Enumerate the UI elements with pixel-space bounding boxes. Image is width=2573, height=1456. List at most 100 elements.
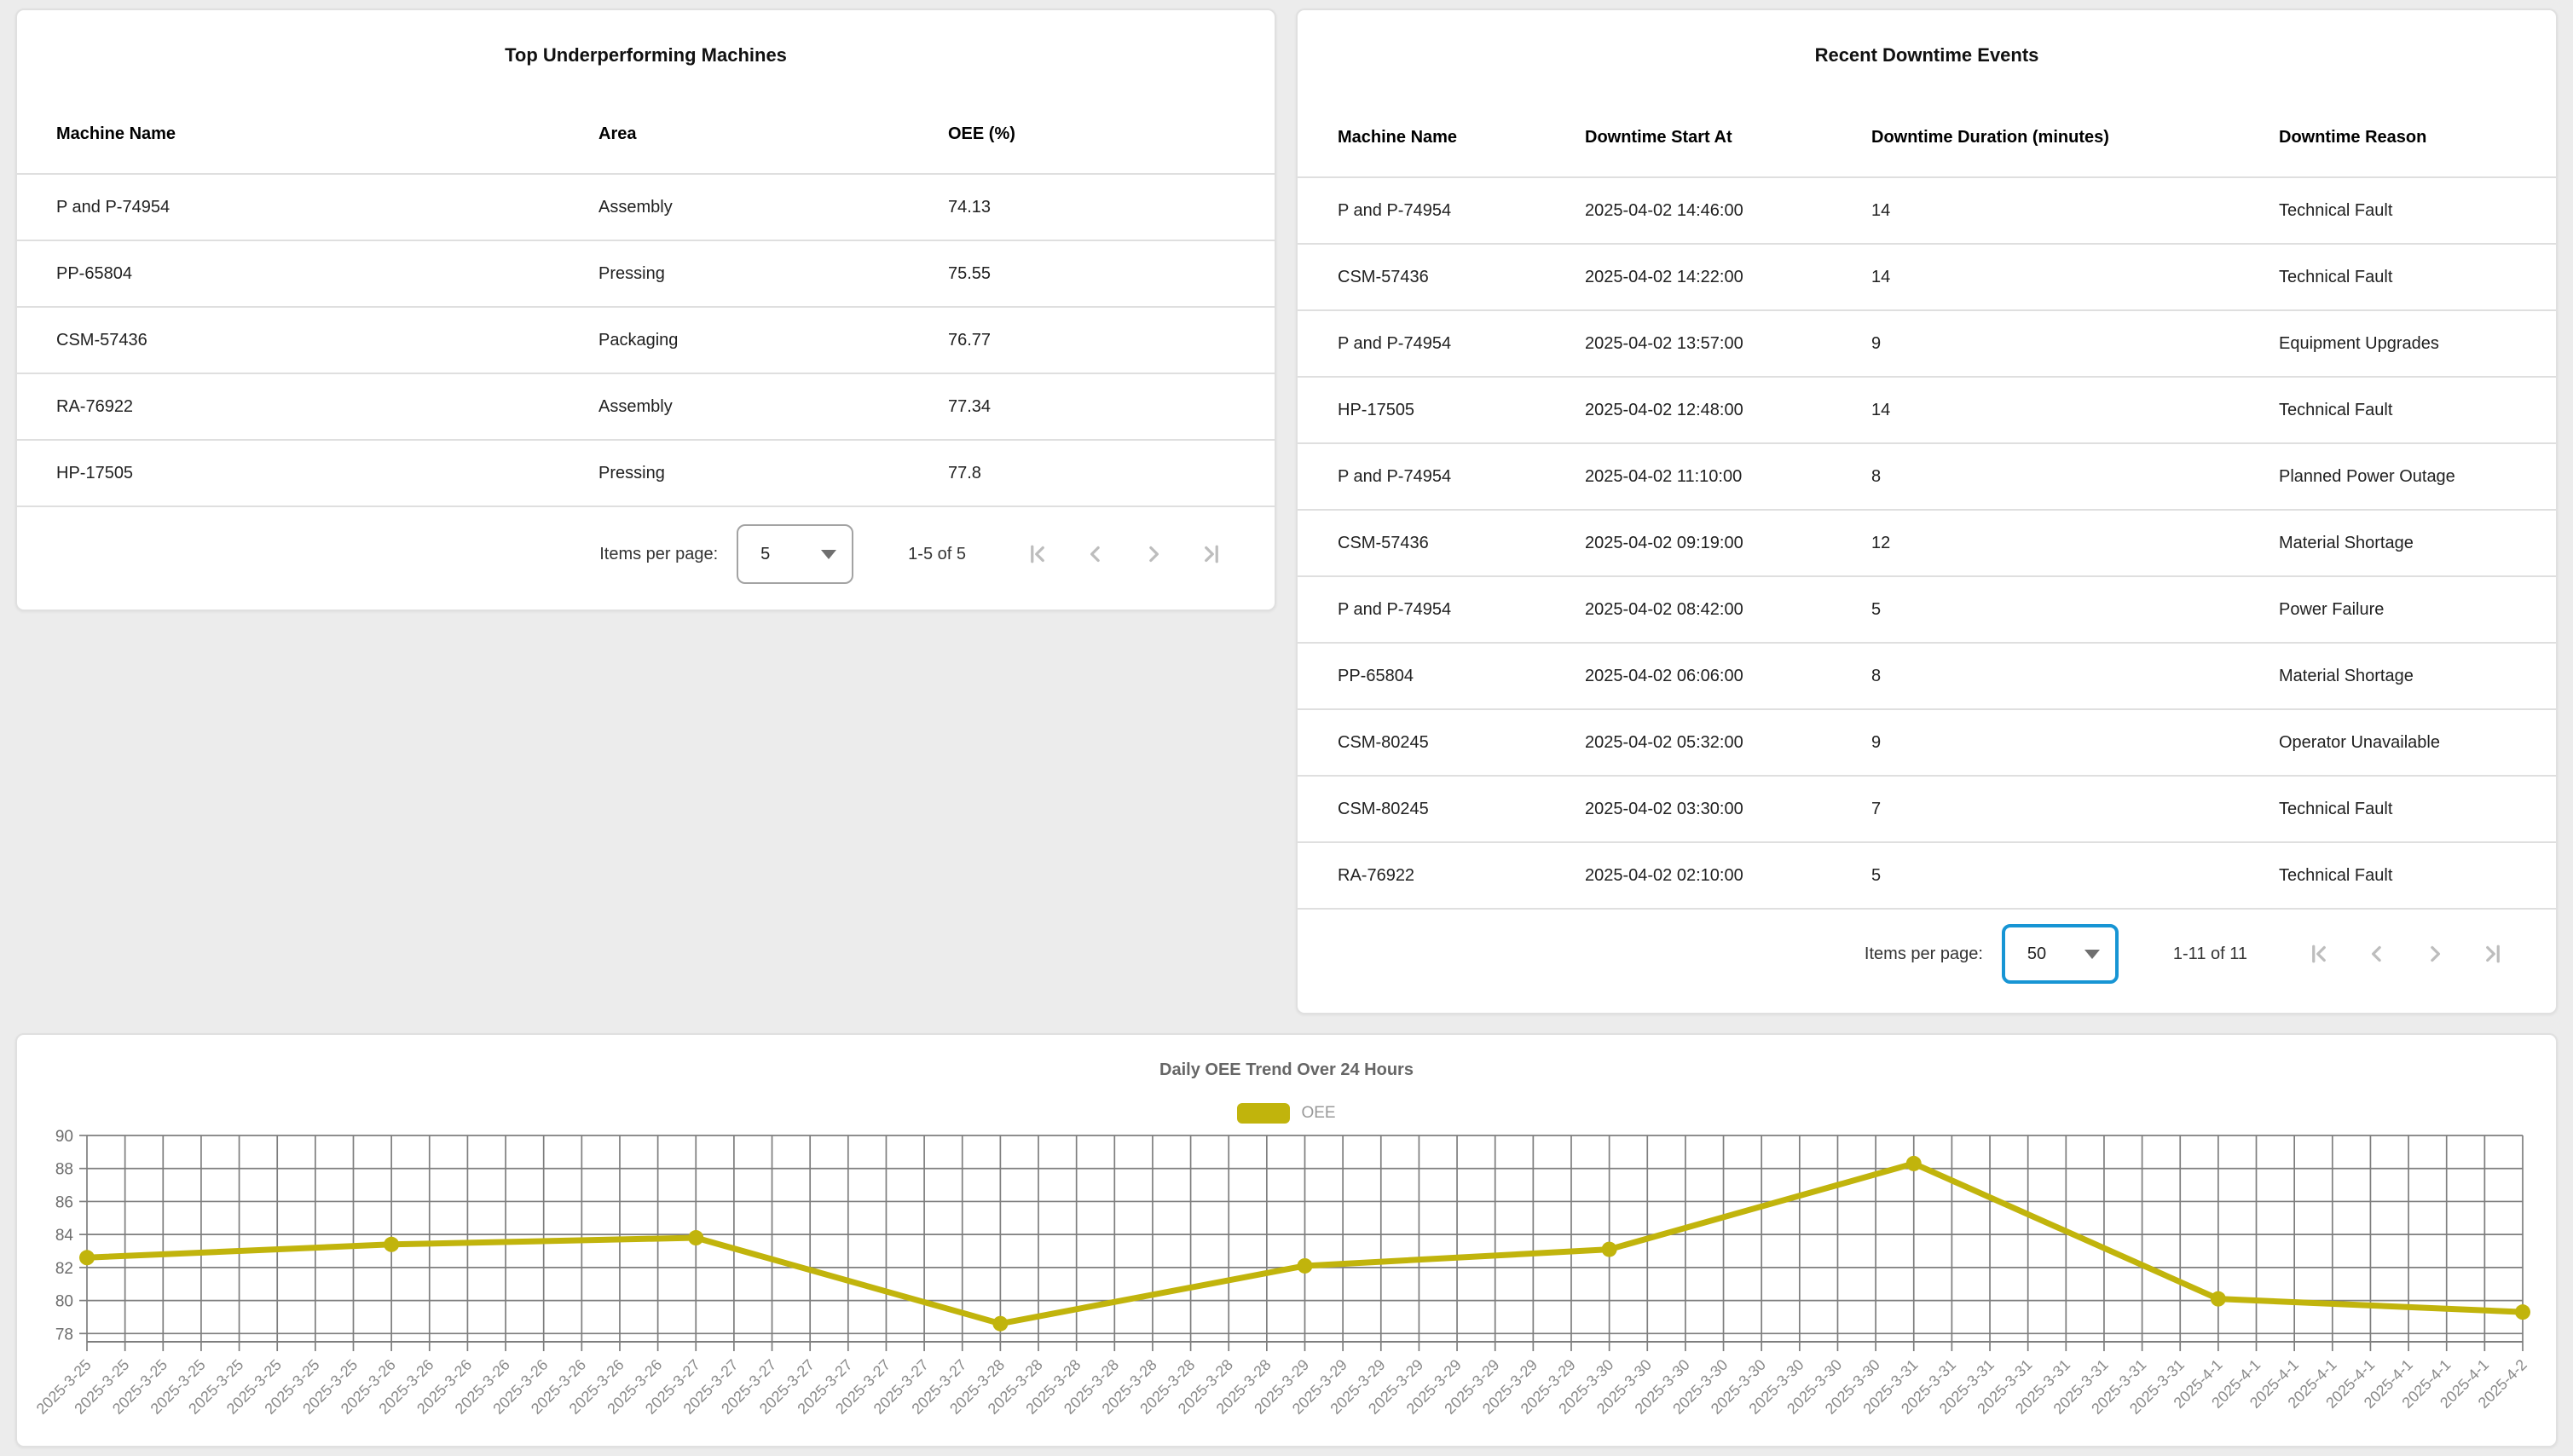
svg-text:84: 84 [55,1227,74,1245]
cell-downtime-duration: 9 [1831,310,2239,377]
cell-downtime-duration: 5 [1831,842,2239,909]
table-row: RA-76922 2025-04-02 02:10:00 5 Technical… [1298,842,2556,909]
page-range-label: 1-5 of 5 [908,545,966,564]
cell-oee: 74.13 [909,174,1275,240]
downtime-paginator: Items per page: 50 1-11 of 11 [1865,916,2522,992]
cell-downtime-start: 2025-04-02 09:19:00 [1545,510,1831,576]
cell-downtime-reason: Technical Fault [2239,377,2556,443]
daily-oee-trend-card: Daily OEE Trend Over 24 Hours OEE 2025-3… [15,1033,2558,1447]
col-header-downtime-duration: Downtime Duration (minutes) [1831,99,2239,177]
cell-machine-name: CSM-57436 [1298,244,1545,310]
previous-page-button[interactable] [1067,525,1125,583]
svg-text:78: 78 [55,1326,73,1343]
cell-machine-name: P and P-74954 [1298,177,1545,244]
cell-downtime-reason: Technical Fault [2239,842,2556,909]
previous-page-button[interactable] [2348,925,2406,983]
oee-trend-line-chart: 2025-3-252025-3-252025-3-252025-3-252025… [17,1035,2559,1449]
table-row: P and P-74954 Assembly 74.13 [17,174,1275,240]
downtime-table: Machine Name Downtime Start At Downtime … [1298,99,2556,910]
downtime-table-title: Recent Downtime Events [1298,44,2556,66]
table-row: PP-65804 2025-04-02 06:06:00 8 Material … [1298,643,2556,709]
cell-downtime-reason: Technical Fault [2239,177,2556,244]
table-row: PP-65804 Pressing 75.55 [17,240,1275,307]
cell-downtime-reason: Material Shortage [2239,643,2556,709]
table-row: CSM-57436 2025-04-02 14:22:00 14 Technic… [1298,244,2556,310]
page-size-select[interactable]: 50 [2002,924,2119,984]
cell-machine-name: RA-76922 [17,373,559,440]
cell-downtime-start: 2025-04-02 03:30:00 [1545,776,1831,842]
last-page-icon [2480,941,2506,967]
cell-downtime-reason: Operator Unavailable [2239,709,2556,776]
first-page-icon [2306,941,2332,967]
col-header-oee: OEE (%) [909,95,1275,174]
table-row: CSM-80245 2025-04-02 03:30:00 7 Technica… [1298,776,2556,842]
machines-paginator: Items per page: 5 1-5 of 5 [599,516,1240,592]
cell-downtime-duration: 14 [1831,244,2239,310]
cell-downtime-start: 2025-04-02 14:46:00 [1545,177,1831,244]
table-row: P and P-74954 2025-04-02 13:57:00 9 Equi… [1298,310,2556,377]
recent-downtime-events-card: Recent Downtime Events Machine Name Down… [1296,9,2558,1014]
cell-downtime-duration: 5 [1831,576,2239,643]
last-page-button[interactable] [2464,925,2522,983]
svg-text:86: 86 [55,1193,73,1211]
col-header-area: Area [559,95,909,174]
chevron-left-icon [1083,541,1108,567]
cell-downtime-start: 2025-04-02 08:42:00 [1545,576,1831,643]
machines-table: Machine Name Area OEE (%) P and P-74954 … [17,95,1275,507]
cell-area: Pressing [559,240,909,307]
cell-oee: 76.77 [909,307,1275,373]
cell-machine-name: PP-65804 [17,240,559,307]
cell-oee: 77.34 [909,373,1275,440]
col-header-machine-name: Machine Name [17,95,559,174]
next-page-button[interactable] [2406,925,2464,983]
cell-downtime-reason: Equipment Upgrades [2239,310,2556,377]
downtime-header-row: Machine Name Downtime Start At Downtime … [1298,99,2556,177]
cell-downtime-start: 2025-04-02 02:10:00 [1545,842,1831,909]
cell-downtime-start: 2025-04-02 12:48:00 [1545,377,1831,443]
items-per-page-label: Items per page: [599,545,718,564]
cell-downtime-duration: 14 [1831,177,2239,244]
cell-downtime-reason: Planned Power Outage [2239,443,2556,510]
cell-downtime-reason: Technical Fault [2239,776,2556,842]
page-size-select[interactable]: 5 [737,524,853,584]
cell-downtime-duration: 12 [1831,510,2239,576]
first-page-button[interactable] [2290,925,2348,983]
cell-downtime-duration: 8 [1831,643,2239,709]
cell-downtime-start: 2025-04-02 13:57:00 [1545,310,1831,377]
svg-text:90: 90 [55,1128,73,1146]
chevron-down-icon [2084,950,2100,959]
svg-text:82: 82 [55,1260,73,1278]
next-page-button[interactable] [1125,525,1182,583]
cell-area: Packaging [559,307,909,373]
cell-area: Assembly [559,373,909,440]
table-row: RA-76922 Assembly 77.34 [17,373,1275,440]
cell-machine-name: CSM-80245 [1298,709,1545,776]
cell-machine-name: PP-65804 [1298,643,1545,709]
last-page-button[interactable] [1182,525,1240,583]
cell-downtime-start: 2025-04-02 14:22:00 [1545,244,1831,310]
cell-downtime-duration: 14 [1831,377,2239,443]
cell-downtime-duration: 9 [1831,709,2239,776]
cell-machine-name: P and P-74954 [1298,310,1545,377]
cell-machine-name: CSM-57436 [17,307,559,373]
chevron-left-icon [2364,941,2390,967]
first-page-button[interactable] [1009,525,1067,583]
chevron-right-icon [2422,941,2448,967]
cell-machine-name: HP-17505 [17,440,559,506]
cell-machine-name: P and P-74954 [17,174,559,240]
cell-area: Assembly [559,174,909,240]
cell-machine-name: P and P-74954 [1298,443,1545,510]
table-row: HP-17505 2025-04-02 12:48:00 14 Technica… [1298,377,2556,443]
items-per-page-label: Items per page: [1865,945,1983,964]
table-row: P and P-74954 2025-04-02 11:10:00 8 Plan… [1298,443,2556,510]
cell-oee: 77.8 [909,440,1275,506]
cell-downtime-duration: 7 [1831,776,2239,842]
cell-downtime-reason: Technical Fault [2239,244,2556,310]
table-row: CSM-57436 2025-04-02 09:19:00 12 Materia… [1298,510,2556,576]
cell-machine-name: P and P-74954 [1298,576,1545,643]
top-underperforming-machines-card: Top Underperforming Machines Machine Nam… [15,9,1276,611]
cell-downtime-start: 2025-04-02 06:06:00 [1545,643,1831,709]
cell-downtime-duration: 8 [1831,443,2239,510]
page-size-value: 50 [2005,945,2046,964]
col-header-machine-name: Machine Name [1298,99,1545,177]
